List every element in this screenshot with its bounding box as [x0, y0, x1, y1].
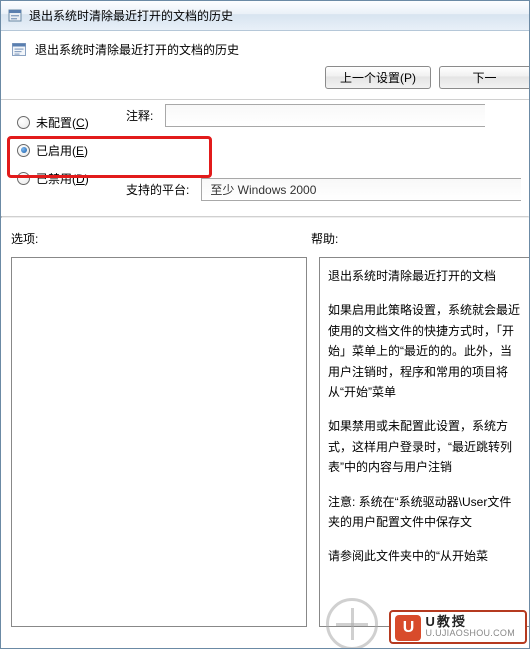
help-paragraph: 退出系统时清除最近打开的文档: [328, 266, 521, 286]
client-area: 退出系统时清除最近打开的文档的历史 上一个设置(P) 下一 注释: 未配置(C)…: [1, 31, 529, 648]
radio-label-disabled: 已禁用(D): [36, 170, 89, 187]
header-row: 退出系统时清除最近打开的文档的历史: [1, 31, 529, 62]
next-setting-button[interactable]: 下一: [439, 66, 529, 89]
help-paragraph: 注意: 系统在“系统驱动器\User文件夹的用户配置文件中保存文: [328, 492, 521, 533]
comment-label: 注释:: [126, 107, 153, 124]
radio-icon: [17, 144, 30, 157]
radio-icon: [17, 116, 30, 129]
help-label: 帮助:: [311, 230, 519, 247]
policy-icon: [11, 42, 27, 58]
help-panel[interactable]: 退出系统时清除最近打开的文档 如果启用此策略设置，系统就会最近使用的文档文件的快…: [319, 257, 529, 627]
prev-setting-button[interactable]: 上一个设置(P): [325, 66, 431, 89]
comment-field[interactable]: [165, 104, 485, 127]
platform-label: 支持的平台:: [126, 181, 189, 198]
help-paragraph: 如果启用此策略设置，系统就会最近使用的文档文件的快捷方式时，「开始」菜单上的“最…: [328, 300, 521, 402]
radio-icon: [17, 172, 30, 185]
section-labels: 选项: 帮助:: [1, 218, 529, 253]
prev-setting-label: 上一个设置(P): [340, 69, 416, 86]
help-paragraph: 请参阅此文件夹中的“从开始菜: [328, 546, 521, 566]
platform-row: 支持的平台: 至少 Windows 2000: [126, 178, 521, 201]
nav-buttons: 上一个设置(P) 下一: [1, 62, 529, 100]
options-panel: [11, 257, 307, 627]
window-title: 退出系统时清除最近打开的文档的历史: [29, 7, 233, 24]
radio-enabled[interactable]: 已启用(E): [11, 136, 529, 164]
config-area: 注释: 未配置(C) 已启用(E) 已禁用(D) 支持的平台: 至少 Windo…: [1, 100, 529, 202]
policy-title: 退出系统时清除最近打开的文档的历史: [35, 41, 239, 58]
radio-label-not-configured: 未配置(C): [36, 114, 89, 131]
options-label: 选项:: [11, 230, 311, 247]
policy-editor-window: 退出系统时清除最近打开的文档的历史 退出系统时清除最近打开的文档的历史 上一个设…: [0, 0, 530, 649]
next-setting-label: 下一: [472, 69, 496, 86]
app-icon: [7, 8, 23, 24]
help-paragraph: 如果禁用或未配置此设置，系统方式，这样用户登录时，“最近跳转列表”中的内容与用户…: [328, 416, 521, 477]
comment-row: 注释:: [126, 104, 485, 127]
radio-label-enabled: 已启用(E): [36, 142, 88, 159]
titlebar: 退出系统时清除最近打开的文档的历史: [1, 1, 529, 31]
panels-row: 退出系统时清除最近打开的文档 如果启用此策略设置，系统就会最近使用的文档文件的快…: [1, 253, 529, 648]
platform-field: 至少 Windows 2000: [201, 178, 521, 201]
